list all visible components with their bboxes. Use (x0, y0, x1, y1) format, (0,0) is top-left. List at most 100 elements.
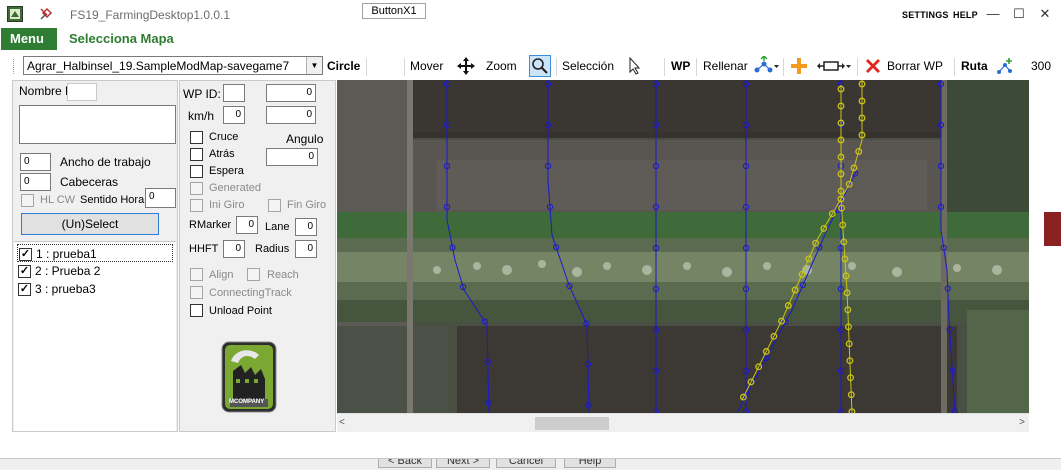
help-menu[interactable]: HELP (953, 10, 978, 20)
map-view[interactable] (337, 80, 1029, 413)
route-label: 1 : prueba1 (36, 247, 97, 261)
route-checkbox[interactable]: ✓ (18, 265, 31, 278)
unselect-button[interactable]: (Un)Select (21, 213, 159, 235)
route-checkbox[interactable]: ✓ (19, 248, 32, 261)
align-checkbox[interactable] (190, 268, 203, 281)
cruce-label: Cruce (209, 131, 239, 143)
toolbar-separator (954, 58, 955, 76)
kmh-label: km/h (188, 109, 215, 123)
route-panel: Nombre Ruta: 0 Ancho de trabajo 0 Cabece… (12, 80, 178, 432)
toolbar-grip[interactable] (13, 59, 16, 74)
toolbar-separator (696, 58, 697, 76)
ini-giro-label: Ini Giro (209, 199, 245, 211)
map-select-value: Agrar_Halbinsel_19.SampleModMap-savegame… (27, 59, 290, 73)
zoom-value: 300 (1031, 59, 1052, 73)
hhft-input[interactable]: 0 (223, 240, 245, 258)
toolbar-separator (366, 58, 367, 76)
mover-label[interactable]: Mover (410, 59, 443, 73)
rellenar-label[interactable]: Rellenar (703, 59, 748, 73)
kmh-input[interactable]: 0 (223, 106, 245, 124)
next-button[interactable]: Next > (436, 459, 490, 468)
hhft-label: HHFT (189, 243, 219, 255)
cursor-icon[interactable] (624, 56, 644, 76)
nombre-ruta-field[interactable] (67, 83, 97, 101)
magnifier-icon[interactable] (529, 55, 551, 77)
rmarker-input[interactable]: 0 (236, 216, 258, 234)
route-checkbox[interactable]: ✓ (18, 283, 31, 296)
generated-checkbox[interactable] (190, 182, 203, 195)
cancel-button[interactable]: Cancel (496, 459, 556, 468)
connecting-track-checkbox[interactable] (190, 286, 203, 299)
zoom-label[interactable]: Zoom (486, 59, 517, 73)
wp-label[interactable]: WP (671, 59, 690, 73)
radius-label: Radius (255, 243, 290, 255)
ruta-label[interactable]: Ruta (961, 59, 988, 73)
espera-checkbox[interactable] (190, 165, 203, 178)
reach-checkbox[interactable] (247, 268, 260, 281)
chevron-down-icon[interactable]: ▼ (306, 57, 322, 74)
fin-giro-checkbox[interactable] (268, 199, 281, 212)
sentido-input[interactable]: 0 (145, 188, 176, 208)
cabeceras-label: Cabeceras (60, 175, 119, 189)
route-label: 2 : Prueba 2 (35, 264, 101, 278)
list-item[interactable]: ✓ 1 : prueba1 (17, 244, 173, 262)
menu-button[interactable]: Menu (1, 28, 57, 50)
nombre-ruta-input[interactable] (19, 105, 176, 144)
list-item[interactable]: ✓ 2 : Prueba 2 (17, 262, 173, 280)
unload-point-label: Unload Point (209, 305, 272, 317)
toolbar-separator (857, 58, 858, 76)
right-margin (1029, 80, 1061, 432)
scroll-right-icon[interactable]: > (1019, 417, 1025, 428)
wp-id-input[interactable] (223, 84, 245, 102)
wp-field-b[interactable]: 0 (266, 106, 316, 124)
back-button[interactable]: < Back (378, 459, 432, 468)
unload-point-checkbox[interactable] (190, 304, 203, 317)
circle-button[interactable]: Circle (327, 59, 360, 73)
angulo-input[interactable]: 0 (266, 148, 318, 166)
ancho-input[interactable]: 0 (20, 153, 51, 171)
ancho-label: Ancho de trabajo (60, 155, 151, 169)
map-select[interactable]: Agrar_Halbinsel_19.SampleModMap-savegame… (23, 56, 323, 75)
route-list: ✓ 1 : prueba1 ✓ 2 : Prueba 2 ✓ 3 : prueb… (14, 241, 176, 431)
settings-menu[interactable]: SETTINGS (902, 10, 949, 20)
app-window: FS19_FarmingDesktop1.0.0.1 ButtonX1 SETT… (0, 0, 1061, 459)
maximize-button[interactable]: ☐ (1008, 4, 1030, 24)
mcompany-logo-text: MCOMPANY (229, 399, 265, 405)
align-label: Align (209, 269, 234, 281)
route-label: 3 : prueba3 (35, 282, 96, 296)
wp-field-a[interactable]: 0 (266, 84, 316, 102)
list-item[interactable]: ✓ 3 : prueba3 (17, 280, 173, 298)
connector-icon[interactable] (817, 56, 853, 76)
radius-input[interactable]: 0 (295, 240, 317, 258)
toolbar-separator (556, 58, 557, 76)
connecting-track-label: ConnectingTrack (209, 287, 292, 299)
toolbar-separator (783, 58, 784, 76)
minimize-button[interactable]: — (982, 4, 1004, 24)
generated-label: Generated (209, 182, 261, 194)
wp-id-label: WP ID: (183, 87, 221, 101)
help-button[interactable]: Help (564, 459, 616, 468)
close-button[interactable]: ✕ (1034, 4, 1056, 24)
seleccion-label[interactable]: Selección (562, 59, 614, 73)
scroll-left-icon[interactable]: < (339, 417, 345, 428)
buttonx1-button[interactable]: ButtonX1 (362, 3, 426, 19)
map-canvas[interactable] (337, 80, 1029, 413)
background-dialog-buttons: < Back Next > Cancel Help (0, 459, 1061, 470)
delete-x-icon[interactable] (863, 56, 883, 76)
move-icon[interactable] (456, 56, 476, 76)
route-icon[interactable] (995, 56, 1015, 76)
ini-giro-checkbox[interactable] (190, 199, 203, 212)
app-title: FS19_FarmingDesktop1.0.0.1 (70, 8, 231, 22)
pin-icon[interactable] (38, 6, 54, 22)
cabeceras-input[interactable]: 0 (20, 173, 51, 191)
toolbar: Agrar_Halbinsel_19.SampleModMap-savegame… (0, 52, 1061, 80)
hl-cw-checkbox[interactable] (21, 194, 34, 207)
plus-icon[interactable] (789, 56, 809, 76)
fill-icon[interactable] (752, 56, 780, 76)
cruce-checkbox[interactable] (190, 131, 203, 144)
borrar-wp-label[interactable]: Borrar WP (887, 59, 943, 73)
lane-input[interactable]: 0 (295, 218, 317, 236)
scroll-thumb[interactable] (535, 417, 609, 430)
horizontal-scrollbar[interactable]: < > (337, 413, 1029, 432)
atras-checkbox[interactable] (190, 148, 203, 161)
